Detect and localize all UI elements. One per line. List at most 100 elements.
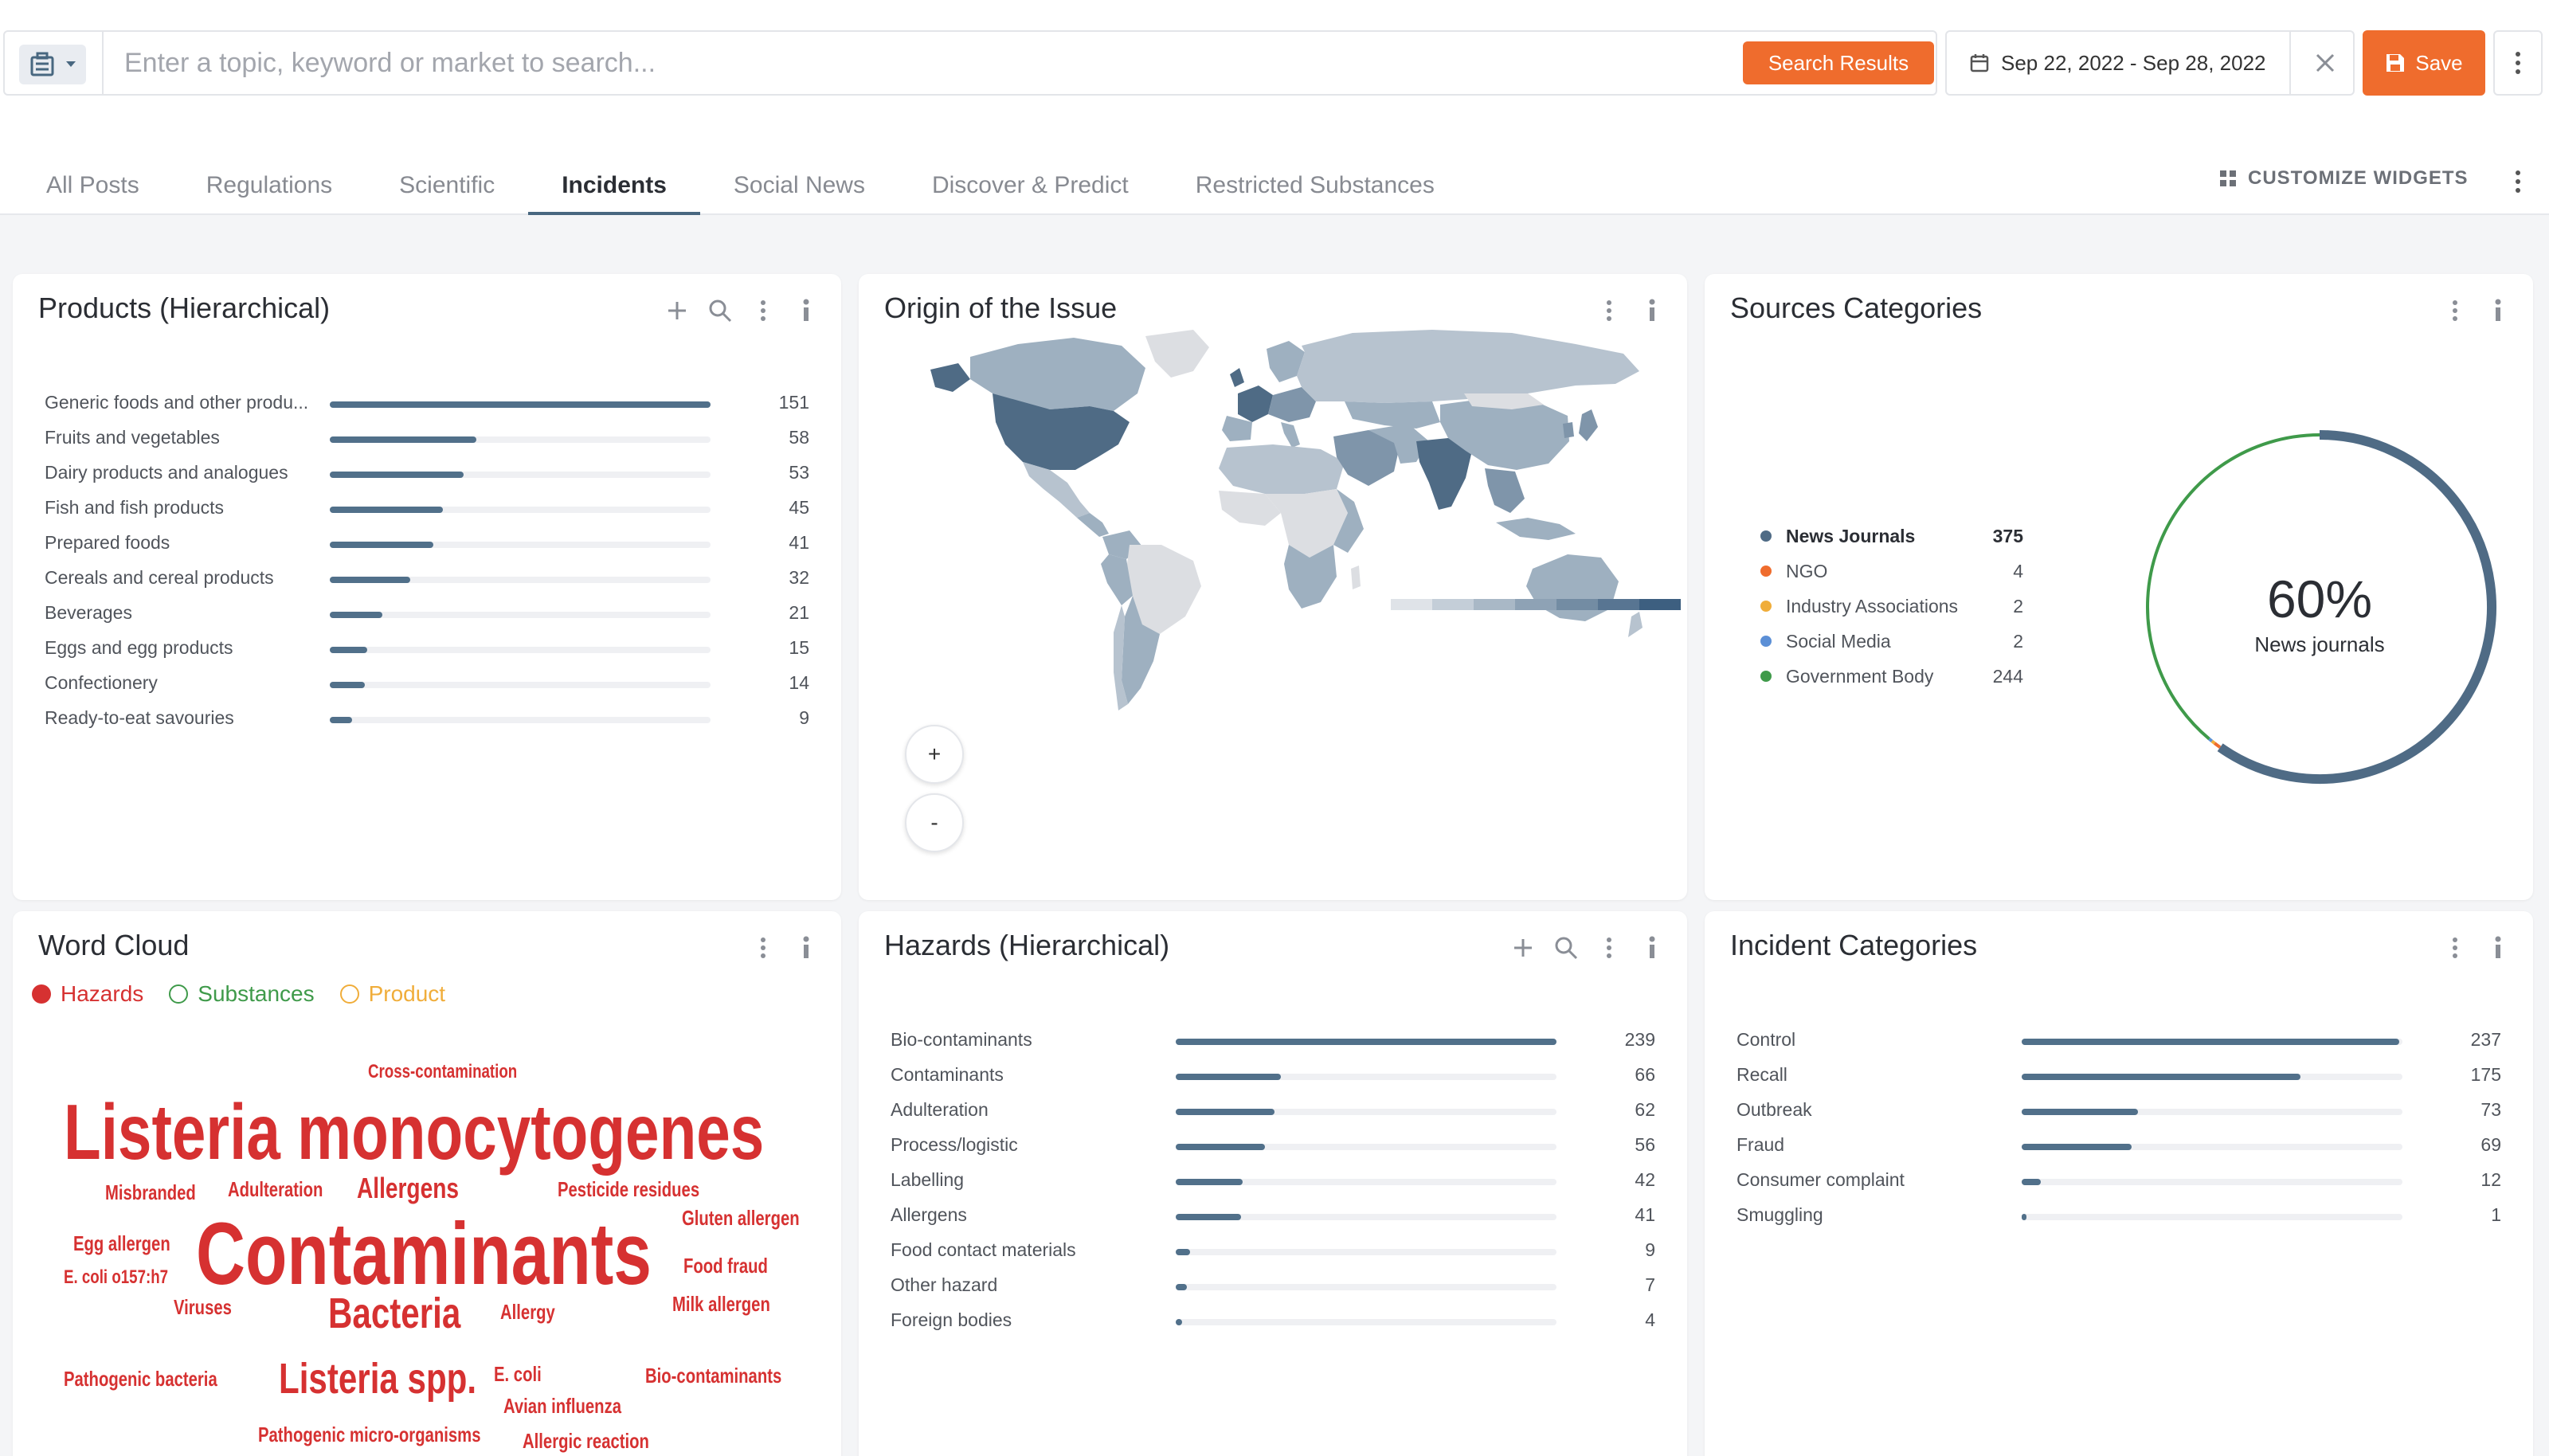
country-indonesia[interactable] (1496, 518, 1576, 540)
donut-slice[interactable] (2208, 738, 2214, 743)
cloud-word[interactable]: Pathogenic bacteria (64, 1368, 217, 1389)
bar-row[interactable]: Recall 175 (1737, 1058, 2501, 1093)
country-europe-west[interactable] (1238, 386, 1273, 422)
country-mexico[interactable] (1023, 462, 1090, 518)
bar-row[interactable]: Fruits and vegetables 58 (45, 421, 809, 456)
tab-discover-predict[interactable]: Discover & Predict (899, 156, 1162, 215)
cloud-word[interactable]: Allergens (357, 1174, 459, 1203)
widget-more-button[interactable] (750, 932, 776, 964)
country-new-zealand[interactable] (1628, 612, 1643, 637)
legend-hazards[interactable]: Hazards (32, 981, 143, 1007)
country-korea[interactable] (1563, 422, 1574, 438)
tab-restricted-substances[interactable]: Restricted Substances (1162, 156, 1468, 215)
bar-row[interactable]: Other hazard 7 (891, 1268, 1655, 1303)
country-alaska[interactable] (930, 363, 970, 392)
search-type-dropdown[interactable] (19, 45, 86, 84)
save-button[interactable]: Save (2363, 30, 2485, 96)
cloud-word[interactable]: Bacteria (328, 1292, 460, 1335)
country-southeast-asia[interactable] (1485, 468, 1525, 513)
bar-row[interactable]: Foreign bodies 4 (891, 1303, 1655, 1338)
bar-row[interactable]: Process/logistic 56 (891, 1128, 1655, 1163)
country-greenland[interactable] (1145, 330, 1209, 378)
country-central-africa[interactable] (1265, 489, 1348, 558)
bar-row[interactable]: Control 237 (1737, 1023, 2501, 1058)
tab-incidents[interactable]: Incidents (528, 156, 700, 215)
bar-row[interactable]: Cereals and cereal products 32 (45, 561, 809, 596)
cloud-word[interactable]: E. coli (494, 1364, 542, 1384)
bar-row[interactable]: Eggs and egg products 15 (45, 631, 809, 666)
cloud-word[interactable]: Pathogenic micro-organisms (258, 1424, 480, 1445)
country-russia[interactable] (1297, 330, 1639, 403)
country-uk[interactable] (1230, 368, 1244, 387)
bar-row[interactable]: Beverages 21 (45, 596, 809, 631)
tab-social-news[interactable]: Social News (700, 156, 899, 215)
country-italy[interactable] (1281, 422, 1300, 448)
country-japan[interactable] (1579, 409, 1598, 441)
clear-date-button[interactable] (2307, 45, 2343, 81)
bar-row[interactable]: Smuggling 1 (1737, 1198, 2501, 1233)
info-button[interactable] (793, 295, 819, 327)
search-button[interactable] (707, 295, 733, 327)
cloud-word[interactable]: E. coli o157:h7 (64, 1268, 168, 1287)
info-button[interactable] (793, 932, 819, 964)
add-button[interactable] (1510, 932, 1536, 964)
cloud-word[interactable]: Egg allergen (73, 1233, 170, 1254)
bar-row[interactable]: Fraud 69 (1737, 1128, 2501, 1163)
tab-scientific[interactable]: Scientific (366, 156, 528, 215)
bar-row[interactable]: Allergens 41 (891, 1198, 1655, 1233)
cloud-word[interactable]: Adulteration (228, 1179, 323, 1200)
search-results-button[interactable]: Search Results (1743, 41, 1934, 84)
cloud-word[interactable]: Avian influenza (503, 1395, 621, 1416)
tab-regulations[interactable]: Regulations (173, 156, 366, 215)
cloud-word[interactable]: Viruses (174, 1297, 232, 1317)
cloud-word[interactable]: Pesticide residues (558, 1179, 699, 1200)
bar-row[interactable]: Generic foods and other produ... 151 (45, 386, 809, 421)
cloud-word[interactable]: Allergy (500, 1301, 555, 1322)
bar-row[interactable]: Dairy products and analogues 53 (45, 456, 809, 491)
bar-row[interactable]: Food contact materials 9 (891, 1233, 1655, 1268)
widget-more-button[interactable] (1596, 932, 1622, 964)
zoom-out-button[interactable]: - (905, 793, 964, 852)
country-central-america[interactable] (1077, 513, 1109, 537)
cloud-word[interactable]: Contaminants (196, 1211, 652, 1298)
widget-more-button[interactable] (750, 295, 776, 327)
bar-row[interactable]: Confectionery 14 (45, 666, 809, 701)
country-central-asia[interactable] (1345, 401, 1440, 429)
search-input[interactable] (124, 43, 1701, 83)
top-more-button[interactable] (2493, 30, 2543, 96)
cloud-word[interactable]: Allergic reaction (523, 1431, 649, 1451)
tabs-more-button[interactable] (2506, 164, 2530, 199)
bar-row[interactable]: Contaminants 66 (891, 1058, 1655, 1093)
donut-slice[interactable] (2213, 742, 2222, 749)
bar-row[interactable]: Ready-to-eat savouries 9 (45, 701, 809, 736)
cloud-word[interactable]: Food fraud (683, 1255, 768, 1276)
customize-widgets-button[interactable]: CUSTOMIZE WIDGETS (2219, 167, 2469, 190)
info-button[interactable] (2485, 932, 2511, 964)
widget-more-button[interactable] (2442, 932, 2468, 964)
bar-row[interactable]: Consumer complaint 12 (1737, 1163, 2501, 1198)
bar-row[interactable]: Bio-contaminants 239 (891, 1023, 1655, 1058)
bar-row[interactable]: Labelling 42 (891, 1163, 1655, 1198)
cloud-word[interactable]: Misbranded (105, 1182, 196, 1203)
tab-all-posts[interactable]: All Posts (0, 156, 173, 215)
donut-slice[interactable] (2210, 739, 2216, 745)
cloud-word[interactable]: Gluten allergen (682, 1207, 800, 1228)
search-button[interactable] (1553, 932, 1579, 964)
country-australia[interactable] (1526, 554, 1619, 621)
bar-row[interactable]: Outbreak 73 (1737, 1093, 2501, 1128)
bar-row[interactable]: Fish and fish products 45 (45, 491, 809, 526)
zoom-in-button[interactable]: + (905, 725, 964, 784)
cloud-word[interactable]: Listeria spp. (279, 1357, 476, 1400)
bar-row[interactable]: Adulteration 62 (891, 1093, 1655, 1128)
legend-product[interactable]: Product (339, 981, 445, 1007)
date-range[interactable]: Sep 22, 2022 - Sep 28, 2022 (1969, 32, 2266, 94)
bar-row[interactable]: Prepared foods 41 (45, 526, 809, 561)
date-range-picker[interactable]: Sep 22, 2022 - Sep 28, 2022 (1945, 30, 2355, 96)
cloud-word[interactable]: Listeria monocytogenes (64, 1093, 764, 1171)
legend-substances[interactable]: Substances (169, 981, 315, 1007)
world-map[interactable] (859, 274, 1687, 900)
info-button[interactable] (1639, 932, 1665, 964)
cloud-word[interactable]: Milk allergen (672, 1294, 770, 1314)
cloud-word[interactable]: Cross-contamination (368, 1063, 517, 1082)
add-button[interactable] (664, 295, 690, 327)
